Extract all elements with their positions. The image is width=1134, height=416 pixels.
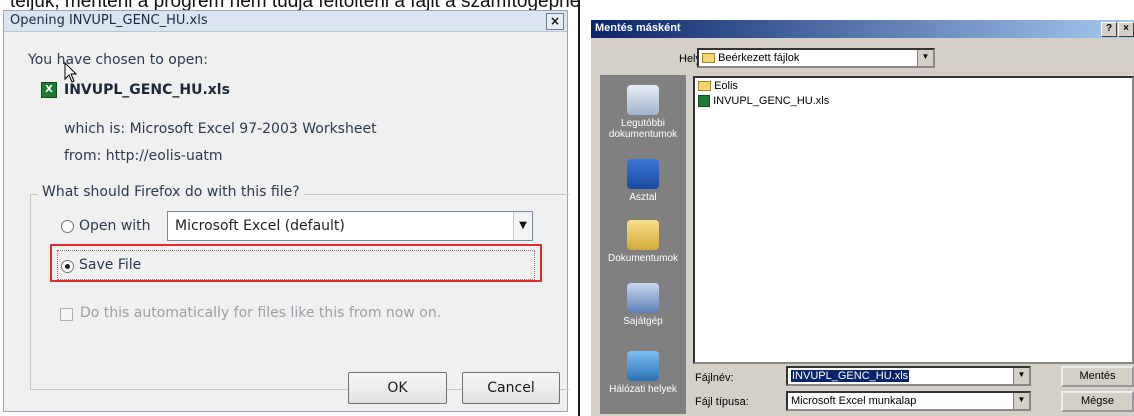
my-documents-icon bbox=[627, 220, 659, 250]
chevron-down-icon[interactable]: ▼ bbox=[1013, 368, 1029, 384]
chevron-down-icon[interactable]: ▼ bbox=[1013, 393, 1029, 409]
filetype-value: Microsoft Excel munkalap bbox=[791, 395, 917, 407]
save-as-dialog: Mentés másként ? × Hely: Beérkezett fájl… bbox=[591, 20, 1134, 416]
file-name: INVUPL_GENC_HU.xls bbox=[64, 82, 230, 98]
filename-input[interactable]: INVUPL_GENC_HU.xls ▼ bbox=[786, 366, 1031, 386]
chevron-down-icon[interactable]: ▼ bbox=[917, 50, 933, 66]
place-computer[interactable]: Sajátgép bbox=[600, 283, 686, 327]
cancel-button[interactable]: Mégse bbox=[1061, 391, 1134, 412]
place-label: Legutóbbi dokumentumok bbox=[608, 118, 678, 140]
action-question: What should Firefox do with this file? bbox=[38, 184, 304, 200]
place-label: Sajátgép bbox=[623, 316, 663, 327]
auto-action-label: Do this automatically for files like thi… bbox=[80, 305, 442, 321]
folder-icon bbox=[698, 81, 711, 92]
close-button[interactable]: × bbox=[1118, 22, 1134, 37]
file-list: Eolis INVUPL_GENC_HU.xls bbox=[693, 76, 1134, 364]
place-label: Asztal bbox=[629, 192, 657, 203]
desktop-icon bbox=[627, 159, 659, 189]
place-network[interactable]: Hálózati helyek bbox=[600, 351, 686, 395]
place-desktop[interactable]: Asztal bbox=[600, 159, 686, 203]
firefox-open-dialog: Opening INVUPL_GENC_HU.xls × You have ch… bbox=[3, 10, 569, 412]
filetype-select[interactable]: Microsoft Excel munkalap ▼ bbox=[786, 391, 1031, 411]
chosen-to-open-label: You have chosen to open: bbox=[28, 52, 208, 68]
ok-button[interactable]: OK bbox=[348, 372, 447, 404]
list-item[interactable]: INVUPL_GENC_HU.xls bbox=[698, 95, 830, 108]
dialog-title: Opening INVUPL_GENC_HU.xls bbox=[10, 13, 208, 28]
open-with-selected-value: Microsoft Excel (default) bbox=[175, 218, 345, 234]
place-recent[interactable]: Legutóbbi dokumentumok bbox=[600, 85, 686, 140]
mouse-cursor-icon bbox=[64, 62, 78, 83]
save-button[interactable]: Mentés bbox=[1061, 366, 1134, 387]
open-with-application-select[interactable]: Microsoft Excel (default) ▼ bbox=[167, 211, 533, 241]
highlight-annotation-box bbox=[50, 244, 542, 282]
chevron-down-icon[interactable]: ▼ bbox=[513, 212, 532, 240]
list-item-name: Eolis bbox=[714, 80, 738, 92]
image-divider bbox=[578, 0, 580, 416]
recent-docs-icon bbox=[627, 85, 659, 115]
location-select[interactable]: Beérkezett fájlok ▼ bbox=[697, 48, 935, 68]
list-item[interactable]: Eolis bbox=[698, 80, 738, 92]
location-value-text: Beérkezett fájlok bbox=[718, 52, 800, 64]
auto-action-checkbox[interactable] bbox=[60, 308, 73, 321]
excel-file-icon: X bbox=[41, 82, 57, 98]
place-label: Hálózati helyek bbox=[609, 384, 677, 395]
list-item-name: INVUPL_GENC_HU.xls bbox=[713, 95, 830, 107]
dialog-title: Mentés másként bbox=[595, 22, 681, 34]
folder-icon bbox=[702, 53, 715, 64]
filetype-label: Fájl típusa: bbox=[695, 396, 749, 408]
my-computer-icon bbox=[627, 283, 659, 313]
places-bar: Legutóbbi dokumentumok Asztal Dokumentum… bbox=[600, 75, 686, 414]
dialog-titlebar: Mentés másként ? × bbox=[591, 20, 1134, 38]
file-type-info: which is: Microsoft Excel 97-2003 Worksh… bbox=[64, 121, 377, 137]
dialog-titlebar: Opening INVUPL_GENC_HU.xls × bbox=[4, 11, 567, 32]
place-documents[interactable]: Dokumentumok bbox=[600, 220, 686, 264]
open-with-radio[interactable] bbox=[61, 220, 74, 233]
location-value: Beérkezett fájlok bbox=[702, 52, 799, 64]
close-button[interactable]: × bbox=[546, 13, 564, 30]
open-with-label[interactable]: Open with bbox=[79, 218, 151, 234]
network-places-icon bbox=[627, 351, 659, 381]
filename-value: INVUPL_GENC_HU.xls bbox=[791, 370, 910, 382]
filename-label: Fájlnév: bbox=[695, 372, 734, 384]
cancel-button[interactable]: Cancel bbox=[462, 372, 560, 404]
place-label: Dokumentumok bbox=[607, 253, 679, 264]
help-button[interactable]: ? bbox=[1101, 22, 1117, 37]
excel-file-icon bbox=[698, 95, 710, 108]
file-source-info: from: http://eolis-uatm bbox=[64, 148, 223, 164]
